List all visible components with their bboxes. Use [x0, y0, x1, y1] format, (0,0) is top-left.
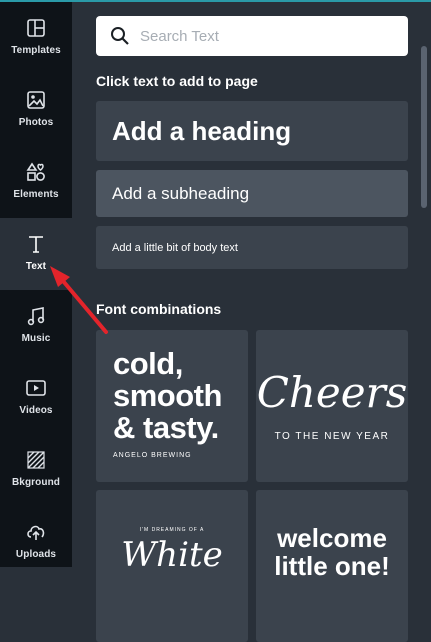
music-icon — [27, 307, 45, 326]
sidebar-item-videos[interactable]: Videos — [0, 362, 72, 434]
card-main-text: Cheers — [256, 368, 408, 417]
card-line: welcome — [277, 523, 387, 553]
card-line: smooth — [113, 378, 222, 413]
templates-icon — [27, 19, 45, 37]
sidebar-item-uploads[interactable]: Uploads — [0, 506, 72, 578]
elements-icon — [26, 162, 45, 181]
sidebar-item-label: Music — [21, 333, 51, 344]
sidebar-item-label: Uploads — [15, 549, 57, 560]
sidebar-item-photos[interactable]: Photos — [0, 74, 72, 146]
font-combination-card[interactable]: welcome little one! — [256, 490, 408, 642]
uploads-icon — [27, 525, 45, 540]
videos-icon — [26, 380, 46, 396]
search-box[interactable] — [96, 16, 408, 56]
add-subheading-button[interactable]: Add a subheading — [96, 170, 408, 217]
text-icon — [29, 236, 43, 253]
font-combination-card[interactable]: I'M DREAMING OF A White — [96, 490, 248, 642]
card-line: cold, — [113, 346, 183, 381]
sidebar: Templates Photos Elements Text Music Vid… — [0, 2, 72, 567]
font-combination-card[interactable]: Cheers TO THE NEW YEAR — [256, 330, 408, 482]
card-top-text: I'M DREAMING OF A — [139, 527, 205, 533]
card-line: little one! — [274, 551, 390, 581]
font-combinations-title: Font combinations — [96, 301, 222, 317]
sidebar-item-label: Photos — [18, 117, 54, 128]
card-sub-text: TO THE NEW YEAR — [274, 431, 390, 442]
add-body-text-button[interactable]: Add a little bit of body text — [96, 226, 408, 269]
add-heading-button[interactable]: Add a heading — [96, 101, 408, 161]
panel-scrollbar[interactable] — [421, 46, 427, 208]
sidebar-item-elements[interactable]: Elements — [0, 146, 72, 218]
sidebar-item-label: Bkground — [11, 477, 61, 488]
card-main-text: White — [121, 535, 223, 575]
card-sub-text: ANGELO BREWING — [113, 452, 192, 459]
sidebar-item-background[interactable]: Bkground — [0, 434, 72, 506]
search-icon — [111, 27, 129, 45]
text-section-title: Click text to add to page — [96, 73, 258, 89]
text-panel: Click text to add to page Add a heading … — [72, 2, 431, 642]
sidebar-item-label: Elements — [13, 189, 59, 200]
card-main-text: welcome little one! — [256, 524, 408, 580]
sidebar-item-templates[interactable]: Templates — [0, 2, 72, 74]
sidebar-item-label: Text — [25, 261, 47, 272]
sidebar-item-text[interactable]: Text — [0, 218, 72, 290]
card-main-text: cold, smooth & tasty. — [113, 348, 222, 444]
sidebar-item-label: Videos — [19, 405, 53, 416]
font-combination-card[interactable]: cold, smooth & tasty. ANGELO BREWING — [96, 330, 248, 482]
sidebar-item-music[interactable]: Music — [0, 290, 72, 362]
background-icon — [27, 451, 45, 469]
search-input[interactable] — [138, 26, 392, 46]
card-line: & tasty. — [113, 410, 219, 445]
sidebar-item-label: Templates — [11, 45, 61, 56]
photos-icon — [27, 91, 45, 109]
